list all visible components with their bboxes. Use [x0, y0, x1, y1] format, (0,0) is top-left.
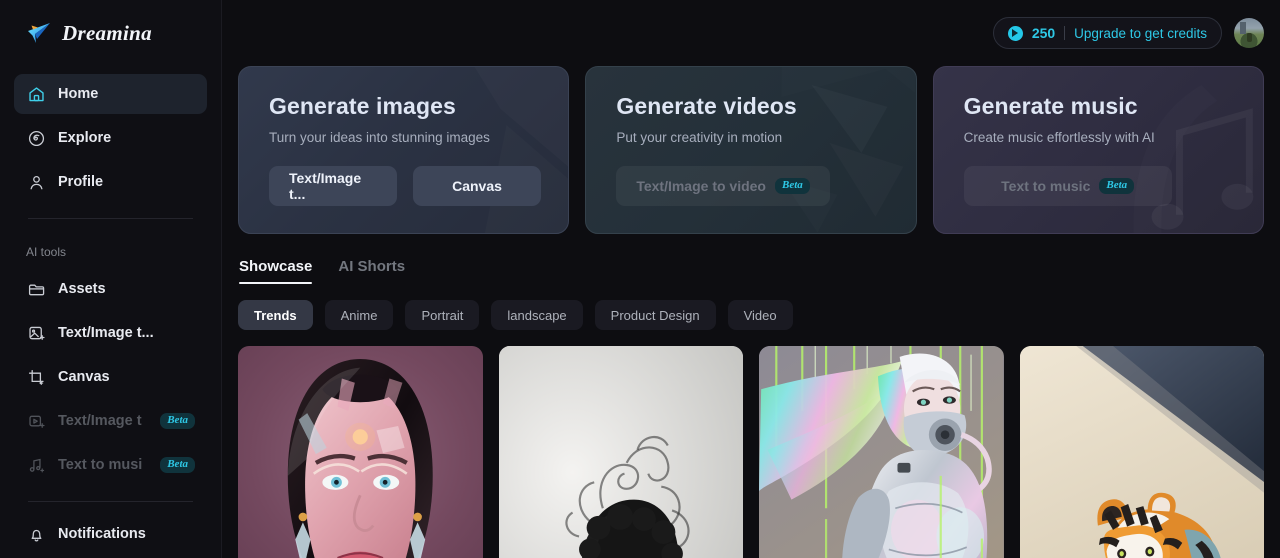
chip-portrait[interactable]: Portrait — [405, 300, 480, 330]
hero-card-generate-music[interactable]: Generate music Create music effortlessly… — [932, 66, 1264, 234]
gallery-item[interactable] — [238, 346, 483, 558]
tab-label: AI Shorts — [338, 258, 406, 275]
content-tabs: Showcase AI Shorts — [238, 258, 1264, 284]
app-root: Dreamina Home Explore Profile AI tools A… — [0, 0, 1280, 558]
button-label: Text/Image t... — [289, 170, 362, 202]
sidebar-divider-top — [28, 218, 193, 219]
sidebar: Dreamina Home Explore Profile AI tools A… — [0, 0, 222, 558]
chip-label: Video — [743, 307, 777, 323]
button-label: Canvas — [452, 178, 502, 194]
text-image-to-video-button[interactable]: Text/Image to video Beta — [616, 166, 830, 206]
showcase-gallery — [238, 346, 1264, 558]
chip-video[interactable]: Video — [727, 300, 793, 330]
hero-subtitle: Turn your ideas into stunning images — [269, 130, 490, 145]
hero-card-generate-images[interactable]: Generate images Turn your ideas into stu… — [238, 66, 570, 234]
chip-label: Portrait — [421, 307, 464, 323]
tiger-on-dune-artwork — [1019, 346, 1264, 558]
text-to-music-button[interactable]: Text to music Beta — [963, 166, 1172, 206]
cyborg-rainbow-hair-artwork — [759, 346, 1004, 558]
hero-title: Generate videos — [616, 93, 797, 119]
gallery-item[interactable] — [1019, 346, 1264, 558]
hero-title: Generate images — [269, 93, 456, 119]
sidebar-item-label: Canvas — [58, 369, 110, 385]
chip-product-design[interactable]: Product Design — [594, 300, 716, 330]
compass-icon — [26, 128, 46, 148]
credits-pill[interactable]: 250 Upgrade to get credits — [992, 17, 1222, 49]
chip-label: Trends — [254, 307, 297, 323]
bell-icon — [26, 524, 46, 544]
hero-card-generate-videos[interactable]: Generate videos Put your creativity in m… — [585, 66, 917, 234]
sidebar-item-notifications[interactable]: Notifications — [14, 514, 207, 554]
gallery-item[interactable] — [498, 346, 743, 558]
hero-button-row: Text/Image t... Canvas — [269, 166, 541, 206]
hero-title: Generate music — [963, 93, 1138, 119]
hero-button-row: Text to music Beta — [963, 166, 1235, 206]
brand[interactable]: Dreamina — [14, 0, 207, 66]
tab-label: Showcase — [239, 258, 313, 275]
dreamina-arrow-logo-icon — [24, 18, 54, 48]
sidebar-item-text-image-to-image[interactable]: Text/Image t... — [14, 313, 207, 353]
hero-decoration-music — [934, 67, 1263, 233]
credits-value: 250 — [1031, 25, 1056, 41]
chip-trends[interactable]: Trends — [238, 300, 313, 330]
chip-label: Product Design — [610, 307, 700, 323]
sidebar-item-label: Profile — [58, 174, 104, 190]
button-label: Text to music — [1001, 178, 1091, 194]
video-plus-icon — [26, 411, 46, 431]
sidebar-item-home[interactable]: Home — [14, 74, 207, 114]
folder-icon — [26, 279, 46, 299]
main-content: 250 Upgrade to get credits Generate imag… — [222, 0, 1280, 558]
gallery-item[interactable] — [759, 346, 1004, 558]
sidebar-item-label: Text/Image t... — [58, 413, 142, 429]
chip-anime[interactable]: Anime — [324, 300, 394, 330]
sidebar-item-label: Assets — [58, 281, 106, 297]
beta-badge: Beta — [160, 413, 195, 429]
chip-landscape[interactable]: landscape — [491, 300, 583, 330]
chip-label: landscape — [507, 307, 567, 323]
glossy-chrome-face-artwork — [287, 358, 433, 558]
sidebar-item-label: Text to music — [58, 457, 143, 473]
sidebar-item-assets[interactable]: Assets — [14, 269, 207, 309]
coin-icon — [1007, 25, 1023, 41]
person-icon — [26, 172, 46, 192]
image-plus-icon — [26, 323, 46, 343]
upgrade-link[interactable]: Upgrade to get credits — [1074, 26, 1207, 41]
hero-decoration-images — [239, 67, 568, 233]
chip-label: Anime — [340, 307, 378, 323]
sidebar-item-label: Home — [58, 86, 99, 102]
topbar: 250 Upgrade to get credits — [238, 0, 1264, 66]
sidebar-item-label: Text/Image t... — [58, 325, 154, 341]
tab-ai-shorts[interactable]: AI Shorts — [338, 258, 405, 284]
credits-divider — [1064, 26, 1066, 40]
button-label: Text/Image to video — [636, 178, 766, 194]
canvas-button[interactable]: Canvas — [413, 166, 541, 206]
sidebar-divider-bottom — [28, 501, 193, 502]
smoke-hair-profile-artwork — [498, 346, 743, 558]
brand-name: Dreamina — [62, 20, 152, 45]
avatar[interactable] — [1234, 18, 1264, 48]
hero-card-row: Generate images Turn your ideas into stu… — [238, 66, 1264, 234]
sidebar-item-text-to-music[interactable]: Text to music Beta — [14, 445, 207, 485]
sidebar-item-label: Explore — [58, 130, 112, 146]
text-image-to-image-button[interactable]: Text/Image t... — [269, 166, 397, 206]
canvas-crop-icon — [26, 367, 46, 387]
beta-badge: Beta — [160, 457, 195, 473]
sidebar-item-canvas[interactable]: Canvas — [14, 357, 207, 397]
filter-chip-row: Trends Anime Portrait landscape Product … — [238, 300, 1264, 330]
home-icon — [26, 84, 46, 104]
tab-showcase[interactable]: Showcase — [239, 258, 313, 284]
sidebar-item-text-image-to-video[interactable]: Text/Image t... Beta — [14, 401, 207, 441]
beta-badge: Beta — [1099, 178, 1135, 194]
beta-badge: Beta — [775, 178, 810, 194]
hero-button-row: Text/Image to video Beta — [616, 166, 887, 206]
music-note-plus-icon — [26, 455, 46, 475]
sidebar-item-profile[interactable]: Profile — [14, 162, 207, 202]
hero-decoration-videos — [586, 67, 915, 233]
sidebar-section-title: AI tools — [26, 245, 67, 259]
sidebar-item-explore[interactable]: Explore — [14, 118, 207, 158]
sidebar-top-spacer — [14, 66, 207, 74]
sidebar-item-label: Notifications — [58, 526, 146, 542]
hero-subtitle: Create music effortlessly with AI — [963, 130, 1155, 145]
hero-subtitle: Put your creativity in motion — [616, 130, 783, 145]
